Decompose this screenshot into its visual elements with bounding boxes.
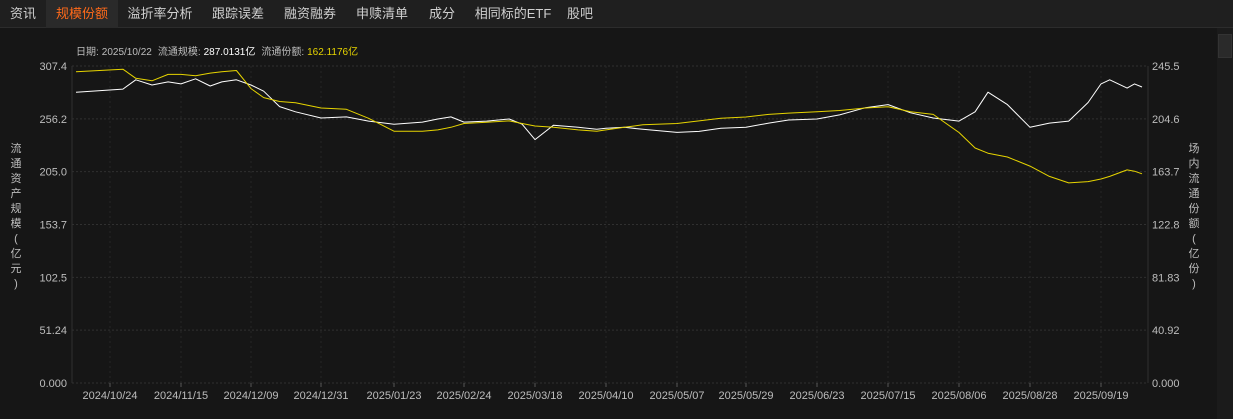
x-tick-label: 2024/12/31 [293,390,348,402]
right-tick-label: 163.7 [1152,167,1180,179]
tab-bar: 资讯 规模份额 溢折率分析 跟踪误差 融资融券 申赎清单 成分 相同标的ETF … [0,0,1233,28]
right-tick-label: 81.83 [1152,272,1180,284]
left-tick-label: 256.2 [39,114,67,126]
x-tick-label: 2025/06/23 [789,390,844,402]
chart-grid [71,65,1149,384]
chart-series [75,68,1143,184]
left-axis-ticks: 307.4 256.2 205.0 153.7 102.5 51.24 0.000 [39,61,67,390]
tab-creation-redemption[interactable]: 申赎清单 [346,0,418,28]
scale-label: 流通规模: [158,45,201,58]
x-tick-label: 2025/03/18 [507,390,562,402]
left-axis-label: 流通资产规模(亿元) [11,141,22,290]
tab-premium-analysis[interactable]: 溢折率分析 [118,0,202,28]
x-tick-label: 2025/02/24 [436,390,491,402]
left-tick-label: 205.0 [39,167,67,179]
x-axis-ticks: 2024/10/24 2024/11/15 2024/12/09 2024/12/31… [82,383,1129,402]
date-value: 2025/10/22 [102,47,152,58]
right-axis-label: 场内流通份额(亿份) [1189,141,1200,290]
right-axis-title: 场内流通份额(亿份) [1189,141,1200,290]
tab-scale-share[interactable]: 规模份额 [46,0,118,28]
right-tick-label: 0.000 [1152,378,1180,390]
right-tick-label: 245.5 [1152,61,1180,73]
tab-margin-trading[interactable]: 融资融券 [274,0,346,28]
tab-tracking-error[interactable]: 跟踪误差 [202,0,274,28]
x-tick-label: 2024/11/15 [154,390,208,402]
x-tick-label: 2025/08/06 [931,390,986,402]
x-tick-label: 2024/12/09 [223,390,278,402]
share-value: 162.1176亿 [307,45,358,58]
date-label: 日期: [76,46,99,58]
x-tick-label: 2025/05/29 [718,390,773,402]
tab-same-index-etf[interactable]: 相同标的ETF [466,0,560,28]
x-tick-label: 2025/05/07 [649,390,704,402]
left-tick-label: 307.4 [39,61,67,73]
share-label: 流通份额: [261,45,304,58]
x-tick-label: 2024/10/24 [82,390,137,402]
scale-share-chart: 307.4 256.2 205.0 153.7 102.5 51.24 0.000 245.… [11,45,1200,402]
tab-components[interactable]: 成分 [418,0,466,28]
left-tick-label: 102.5 [39,272,67,284]
left-tick-label: 153.7 [39,220,67,232]
left-tick-label: 51.24 [39,325,67,337]
scale-series-line [75,78,1143,141]
tab-forum[interactable]: 股吧 [560,0,600,28]
x-tick-label: 2025/07/15 [860,390,915,402]
tab-news[interactable]: 资讯 [0,0,46,28]
x-tick-label: 2025/01/23 [366,390,421,402]
x-tick-label: 2025/09/19 [1073,390,1128,402]
x-tick-label: 2025/08/28 [1002,390,1057,402]
left-tick-label: 0.000 [39,378,67,390]
right-axis-ticks: 245.5 204.6 163.7 122.8 81.83 40.92 0.000 [1152,61,1180,390]
right-tick-label: 40.92 [1152,325,1180,337]
x-tick-label: 2025/04/10 [578,390,633,402]
svg-text:日期:2025/10/22流通规模:287.0131亿流通份: 日期: 2025/10/22 流通规模: 287.0131亿 流通份额: 162.1176… [76,45,358,58]
share-series-line [75,68,1143,184]
right-tick-label: 204.6 [1152,114,1180,126]
left-axis-title: 流通资产规模(亿元) [11,141,22,290]
right-tick-label: 122.8 [1152,220,1180,232]
scale-value: 287.0131亿 [204,45,256,58]
